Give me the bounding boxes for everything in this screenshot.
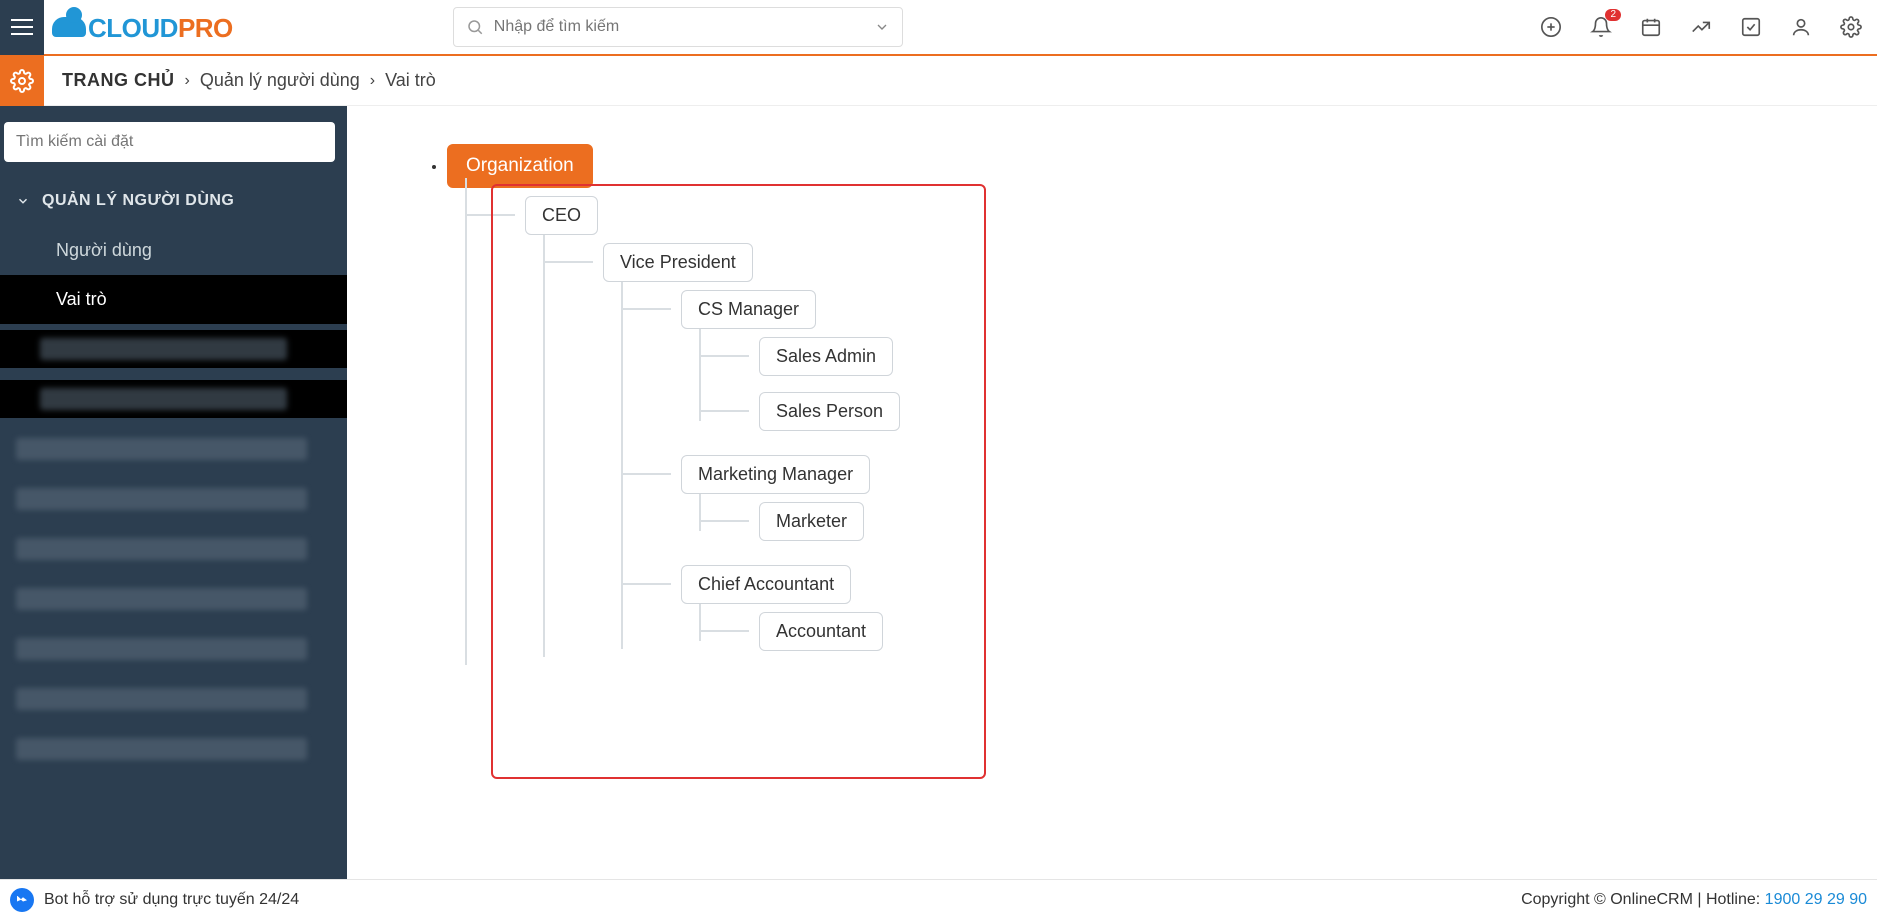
settings-button[interactable] (1839, 15, 1863, 39)
sidebar-item-redacted (0, 480, 347, 518)
footer-copyright: Copyright © OnlineCRM | Hotline: 1900 29… (1521, 891, 1867, 909)
tree-node-marketer[interactable]: Marketer (759, 502, 864, 541)
sidebar-item-redacted (0, 380, 347, 418)
logo-text-blue: CLOUD (88, 13, 178, 44)
calendar-button[interactable] (1639, 15, 1663, 39)
search-input[interactable] (494, 18, 874, 36)
sidebar-item-redacted (0, 630, 347, 668)
hotline-link[interactable]: 1900 29 29 90 (1765, 891, 1867, 908)
hamburger-icon (11, 19, 33, 35)
topbar: CLOUDPRO 2 (0, 0, 1877, 56)
chevron-down-icon (16, 194, 30, 208)
sidebar-item-redacted (0, 430, 347, 468)
reports-button[interactable] (1689, 15, 1713, 39)
footer: Bot hỗ trợ sử dụng trực tuyến 24/24 Copy… (0, 879, 1877, 919)
logo[interactable]: CLOUDPRO (52, 11, 233, 44)
sidebar-item-users[interactable]: Người dùng (0, 226, 347, 275)
sidebar-item-redacted (0, 530, 347, 568)
role-tree: Organization CEO Vice President CS Manag… (447, 136, 1837, 691)
chevron-right-icon: › (185, 72, 190, 90)
tree-node-sales-admin[interactable]: Sales Admin (759, 337, 893, 376)
messenger-icon[interactable] (10, 888, 34, 912)
topbar-actions: 2 (1539, 15, 1877, 39)
tree-node-ceo[interactable]: CEO (525, 196, 598, 235)
main-content: Organization CEO Vice President CS Manag… (347, 106, 1877, 879)
sidebar-item-redacted (0, 730, 347, 768)
breadcrumb-home[interactable]: TRANG CHỦ (62, 70, 175, 91)
tree-node-organization[interactable]: Organization (447, 144, 593, 188)
logo-text-orange: PRO (178, 13, 233, 44)
sidebar-section-user-management[interactable]: QUẢN LÝ NGƯỜI DÙNG (0, 176, 347, 226)
tree-node-accountant[interactable]: Accountant (759, 612, 883, 651)
global-search (453, 7, 903, 47)
tree-node-marketing-manager[interactable]: Marketing Manager (681, 455, 870, 494)
sidebar-item-roles[interactable]: Vai trò (0, 275, 347, 324)
profile-button[interactable] (1789, 15, 1813, 39)
quick-create-button[interactable] (1539, 15, 1563, 39)
sidebar-item-redacted (0, 580, 347, 618)
tree-node-chief-accountant[interactable]: Chief Accountant (681, 565, 851, 604)
tree-node-cs-manager[interactable]: CS Manager (681, 290, 816, 329)
main-menu-button[interactable] (0, 0, 44, 55)
breadcrumb-level1[interactable]: Quản lý người dùng (200, 70, 360, 91)
chevron-right-icon: › (370, 72, 375, 90)
settings-search-input[interactable] (4, 122, 335, 162)
sidebar-section-label: QUẢN LÝ NGƯỜI DÙNG (42, 192, 234, 210)
footer-chat-text[interactable]: Bot hỗ trợ sử dụng trực tuyến 24/24 (44, 891, 299, 909)
breadcrumb: TRANG CHỦ › Quản lý người dùng › Vai trò (62, 70, 436, 91)
tree-node-vp[interactable]: Vice President (603, 243, 753, 282)
search-box[interactable] (453, 7, 903, 47)
chevron-down-icon[interactable] (874, 19, 890, 35)
copyright-text: Copyright © OnlineCRM | Hotline: (1521, 891, 1765, 908)
breadcrumb-bar: TRANG CHỦ › Quản lý người dùng › Vai trò (0, 56, 1877, 106)
tree-node-sales-person[interactable]: Sales Person (759, 392, 900, 431)
sidebar-item-redacted (0, 330, 347, 368)
settings-sidebar-toggle[interactable] (0, 56, 44, 106)
search-icon (466, 18, 484, 36)
tasks-button[interactable] (1739, 15, 1763, 39)
cloud-icon (52, 11, 88, 37)
settings-sidebar: QUẢN LÝ NGƯỜI DÙNG Người dùng Vai trò (0, 106, 347, 879)
notifications-button[interactable]: 2 (1589, 15, 1613, 39)
sidebar-item-redacted (0, 680, 347, 718)
notification-badge: 2 (1605, 9, 1621, 21)
breadcrumb-level2[interactable]: Vai trò (385, 70, 436, 91)
